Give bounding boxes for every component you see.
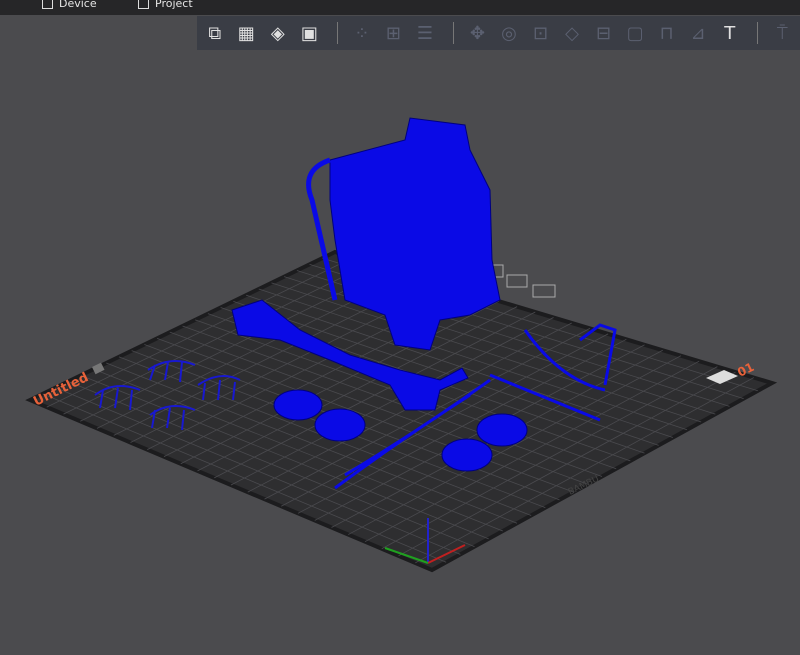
- cup-model: [476, 413, 528, 447]
- cup-model: [273, 389, 323, 421]
- 3d-viewport[interactable]: Untitled 01 BAMBU: [0, 0, 800, 655]
- cup-model: [441, 438, 493, 472]
- cup-model: [314, 408, 366, 442]
